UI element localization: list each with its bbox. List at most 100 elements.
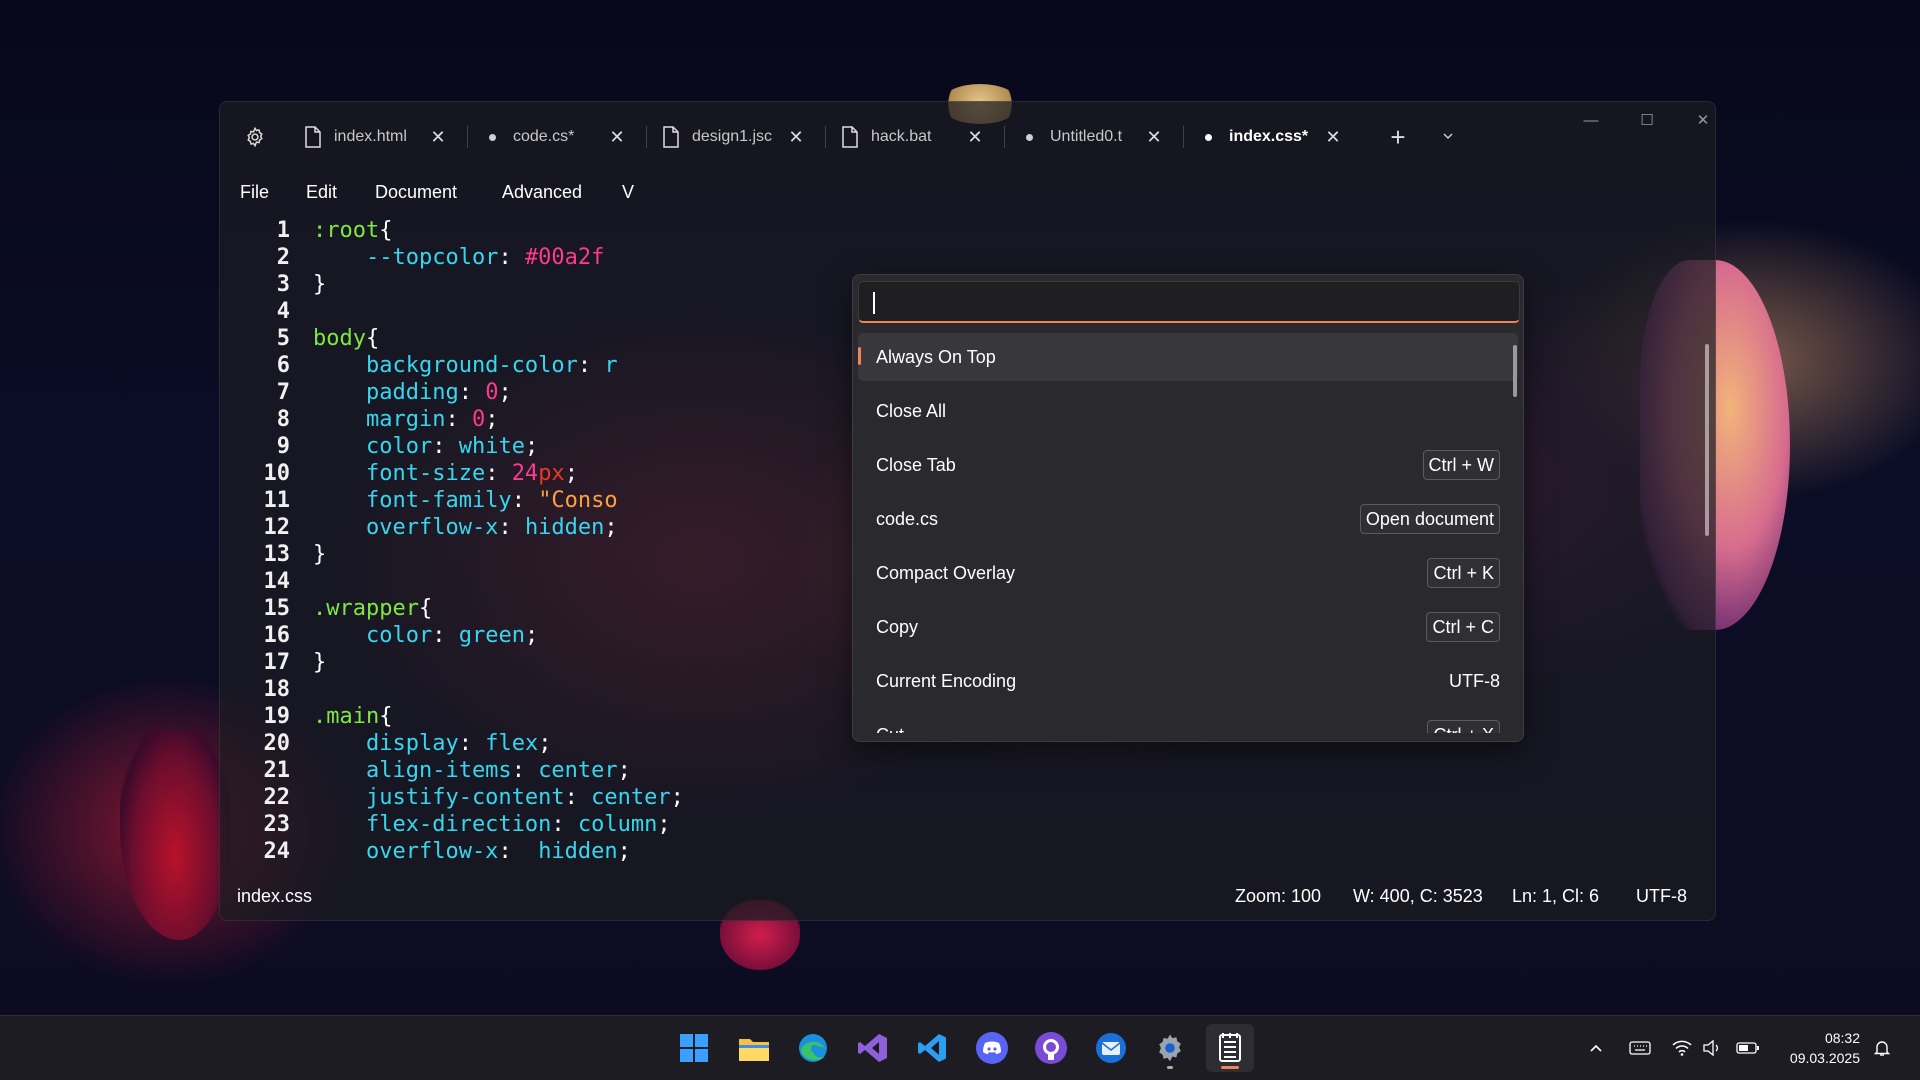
tab-close-icon[interactable]: ✕ [1321, 127, 1345, 148]
battery-icon[interactable] [1736, 1036, 1760, 1060]
taskbar-textpad-icon[interactable] [1205, 1024, 1254, 1072]
tab-6[interactable]: index.css* ✕ [1185, 116, 1357, 158]
settings-gear-icon[interactable] [240, 122, 270, 152]
code-token: { [379, 218, 393, 243]
status-encoding[interactable]: UTF-8 [1636, 886, 1687, 907]
line-number: 4 [276, 299, 290, 324]
command-item[interactable]: Close Tab Ctrl + W [858, 441, 1518, 489]
tab-close-icon[interactable]: ✕ [1142, 127, 1166, 148]
status-zoom[interactable]: Zoom: 100 [1235, 886, 1321, 907]
minimize-button[interactable]: — [1568, 106, 1614, 138]
tab-3[interactable]: design1.jsc ✕ [648, 116, 820, 158]
code-line[interactable]: } [313, 542, 326, 567]
code-line[interactable]: padding: 0; [313, 380, 512, 405]
tray-overflow-chevron-up-icon[interactable] [1584, 1036, 1608, 1060]
taskbar-discord-icon[interactable] [968, 1024, 1016, 1072]
text-caret [873, 292, 875, 314]
command-item[interactable]: Cut Ctrl + X [858, 711, 1518, 733]
taskbar-thunderbird-icon[interactable] [1087, 1024, 1135, 1072]
code-token: 0 [485, 380, 499, 405]
code-token: ; [617, 758, 631, 783]
code-line[interactable]: color: green; [313, 623, 538, 648]
command-item[interactable]: Current Encoding UTF-8 [858, 657, 1518, 705]
menu-file[interactable]: File [240, 182, 269, 203]
code-line[interactable]: :root{ [313, 218, 392, 243]
taskbar-visual-studio-icon[interactable] [849, 1024, 897, 1072]
code-token: background-color [313, 353, 578, 378]
tab-4[interactable]: hack.bat ✕ [827, 116, 999, 158]
code-line[interactable]: background-color: r [313, 353, 618, 378]
code-token: column [577, 812, 658, 837]
tab-separator [1183, 126, 1184, 148]
taskbar-file-explorer-icon[interactable] [730, 1024, 778, 1072]
tab-2[interactable]: code.cs* ✕ [469, 116, 641, 158]
code-line[interactable]: --topcolor: #00a2f [313, 245, 604, 270]
taskbar-edge-icon[interactable] [789, 1024, 837, 1072]
clock[interactable]: 08:32 09.03.2025 [1790, 1028, 1860, 1068]
tab-close-icon[interactable]: ✕ [963, 127, 987, 148]
taskbar-settings-icon[interactable] [1146, 1024, 1194, 1072]
tab-close-icon[interactable]: ✕ [605, 127, 629, 148]
taskbar-start-icon[interactable] [670, 1024, 718, 1072]
taskbar-github-desktop-icon[interactable] [1027, 1024, 1075, 1072]
code-token: : [445, 407, 472, 432]
code-line[interactable]: display: flex; [313, 731, 551, 756]
command-list: Always On Top Close All Close Tab Ctrl + W c… [858, 333, 1518, 733]
code-token: ; [524, 623, 539, 648]
code-line[interactable]: } [313, 272, 326, 297]
code-token: px [538, 461, 565, 486]
menu-edit[interactable]: Edit [306, 182, 337, 203]
tab-list-chevron-down-icon[interactable] [1432, 122, 1464, 154]
command-item[interactable]: Compact Overlay Ctrl + K [858, 549, 1518, 597]
code-line[interactable]: overflow-x: hidden; [313, 515, 618, 540]
command-item[interactable]: code.cs Open document [858, 495, 1518, 543]
close-window-button[interactable]: ✕ [1680, 106, 1715, 138]
notifications-icon[interactable] [1870, 1036, 1894, 1060]
status-filename: index.css [237, 886, 313, 906]
new-tab-button[interactable]: + [1382, 122, 1414, 154]
command-item[interactable]: Always On Top [858, 333, 1518, 381]
unsaved-dot-icon [1018, 133, 1040, 141]
code-line[interactable]: body{ [313, 326, 379, 351]
command-item[interactable]: Close All [858, 387, 1518, 435]
command-list-scrollbar[interactable] [1513, 345, 1517, 397]
code-line[interactable]: align-items: center; [313, 758, 631, 783]
maximize-button[interactable]: ☐ [1624, 106, 1670, 138]
code-line[interactable]: flex-direction: column; [313, 812, 671, 837]
code-line[interactable]: overflow-x: hidden; [313, 839, 631, 864]
code-token: green [458, 623, 525, 648]
code-token: body [313, 326, 366, 351]
taskbar-vscode-icon[interactable] [908, 1024, 956, 1072]
command-palette: Always On Top Close All Close Tab Ctrl + W c… [852, 274, 1524, 742]
volume-icon[interactable] [1700, 1036, 1724, 1060]
code-line[interactable]: color: white; [313, 434, 538, 459]
line-number: 13 [263, 542, 291, 567]
keyboard-icon[interactable] [1628, 1036, 1652, 1060]
code-token: ; [657, 812, 671, 837]
code-line[interactable]: .wrapper{ [313, 596, 432, 621]
code-line[interactable]: .main{ [313, 704, 392, 729]
code-line[interactable]: } [313, 650, 326, 675]
tab-close-icon[interactable]: ✕ [784, 127, 808, 148]
code-line[interactable]: font-family: "Conso [313, 488, 618, 513]
code-token: : [498, 245, 525, 270]
tab-label: index.css* [1229, 128, 1309, 145]
code-line[interactable]: justify-content: center; [313, 785, 684, 810]
tab-close-icon[interactable]: ✕ [426, 127, 450, 148]
status-cursor-position[interactable]: Ln: 1, Cl: 6 [1512, 886, 1599, 907]
menu-advanced[interactable]: Advanced [502, 182, 582, 203]
selection-indicator [858, 347, 861, 365]
wifi-icon[interactable] [1670, 1036, 1694, 1060]
menu-view[interactable]: V [622, 182, 634, 203]
editor-scrollbar[interactable] [1705, 344, 1709, 536]
tab-5[interactable]: Untitled0.t ✕ [1006, 116, 1178, 158]
menu-document[interactable]: Document [375, 182, 457, 203]
code-line[interactable]: margin: 0; [313, 407, 498, 432]
code-line[interactable]: font-size: 24px; [313, 461, 578, 486]
running-indicator [1220, 1066, 1239, 1069]
command-search-input[interactable] [858, 281, 1520, 323]
line-number: 19 [263, 704, 291, 729]
tab-1[interactable]: index.html ✕ [290, 116, 462, 158]
command-item[interactable]: Copy Ctrl + C [858, 603, 1518, 651]
line-number: 1 [276, 218, 290, 243]
